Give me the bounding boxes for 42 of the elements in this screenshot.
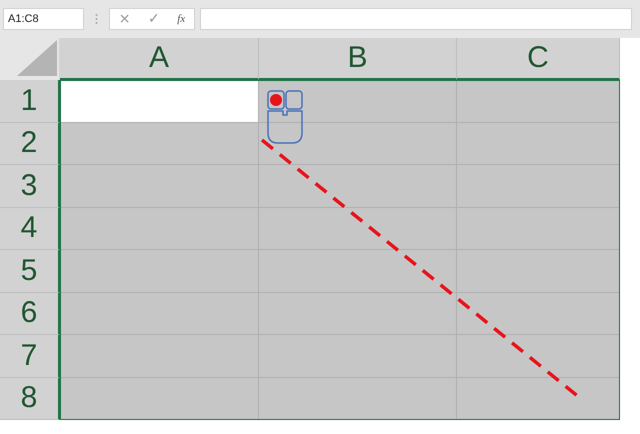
mouse-icon [267,90,303,144]
column-header[interactable]: C [457,38,620,80]
row-header[interactable]: 6 [0,292,60,335]
row-header[interactable]: 2 [0,122,60,165]
cancel-button[interactable]: × [116,11,132,27]
row-header[interactable]: 4 [0,208,60,250]
cell[interactable] [60,292,259,335]
cell[interactable] [60,165,259,208]
cell[interactable] [259,250,457,292]
select-all-button[interactable] [0,38,60,80]
column-header[interactable]: A [60,38,259,80]
insert-function-button[interactable]: fx [175,13,188,25]
cell[interactable] [60,378,259,420]
cell[interactable] [457,335,620,378]
enter-button[interactable]: ✓ [146,11,162,27]
cell[interactable] [60,80,259,122]
row-header[interactable]: 8 [0,378,60,420]
cell[interactable] [60,122,259,165]
cell[interactable] [457,292,620,335]
formula-field[interactable] [200,8,632,30]
row-header[interactable]: 7 [0,335,60,378]
cell[interactable] [259,378,457,420]
cell[interactable] [259,208,457,250]
grip-icon [95,13,98,25]
cell[interactable] [457,250,620,292]
row-header[interactable]: 1 [0,80,60,122]
cell[interactable] [457,165,620,208]
cell[interactable] [457,208,620,250]
cell[interactable] [259,292,457,335]
name-box[interactable]: A1:C8 [3,8,84,30]
cell[interactable] [457,80,620,122]
cell[interactable] [259,122,457,165]
column-header[interactable]: B [259,38,457,80]
cell[interactable] [457,378,620,420]
cell[interactable] [60,335,259,378]
cell[interactable] [259,80,457,122]
cell[interactable] [259,165,457,208]
cell[interactable] [60,250,259,292]
row-header[interactable]: 3 [0,165,60,208]
cell[interactable] [457,122,620,165]
row-header[interactable]: 5 [0,250,60,292]
cell[interactable] [60,208,259,250]
